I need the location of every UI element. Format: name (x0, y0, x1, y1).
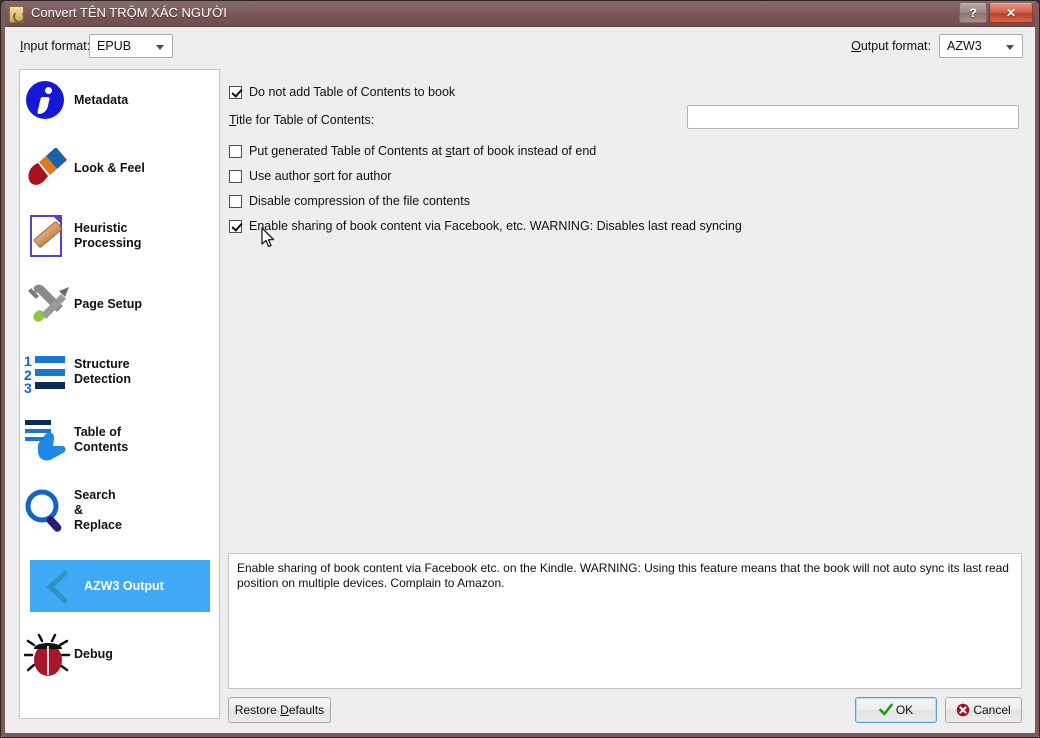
output-format-select[interactable]: AZW3 (939, 34, 1023, 58)
sidebar-item-label: Debug (74, 646, 113, 661)
option-row-enable-sharing[interactable]: Enable sharing of book content via Faceb… (229, 217, 742, 235)
input-format-select[interactable]: EPUB (89, 34, 173, 58)
option-label: Put generated Table of Contents at start… (249, 144, 597, 158)
magnifier-icon (20, 486, 74, 534)
option-label: Enable sharing of book content via Faceb… (249, 219, 742, 233)
chevron-down-icon (1006, 45, 1014, 50)
sidebar-item-heuristic-processing[interactable]: Heuristic Processing (20, 210, 219, 262)
ok-button[interactable]: OK (855, 697, 937, 723)
window-title: Convert TÊN TRỘM XÁC NGƯỜI (31, 5, 227, 20)
sidebar-item-label: Search & Replace (74, 487, 122, 532)
format-bar: Input format: EPUB Output format: AZW3 (1, 28, 1039, 66)
chevron-down-icon (156, 45, 164, 50)
restore-defaults-label: Restore Defaults (234, 703, 325, 717)
sidebar-item-label: Heuristic Processing (74, 221, 142, 250)
sidebar-item-label: Structure Detection (74, 357, 131, 386)
cancel-label: Cancel (973, 703, 1011, 717)
chevron-left-icon (30, 562, 84, 610)
ok-label: OK (895, 703, 914, 717)
help-button[interactable]: ? (959, 3, 987, 23)
checkbox-do-not-add-toc[interactable] (229, 85, 242, 99)
sidebar-item-label: Page Setup (74, 296, 143, 311)
sidebar-item-label: AZW3 Output (84, 578, 164, 593)
sidebar-item-azw3-output[interactable]: AZW3 Output (30, 560, 210, 612)
close-circle-icon (957, 703, 970, 717)
checkbox-toc-at-start[interactable] (229, 144, 242, 158)
option-label: Do not add Table of Contents to book (249, 85, 456, 99)
sidebar-item-label: Look & Feel (74, 160, 145, 175)
sidebar-item-search-replace[interactable]: Search & Replace (20, 480, 219, 540)
option-description-box: Enable sharing of book content via Faceb… (228, 553, 1022, 689)
checkbox-enable-sharing[interactable] (229, 219, 242, 233)
input-format-label: Input format: (20, 39, 91, 53)
output-format-value: AZW3 (947, 39, 982, 53)
option-label: Disable compression of the file contents (249, 194, 470, 208)
option-label: Use author sort for author (249, 169, 392, 183)
wrench-screwdriver-icon (20, 280, 74, 328)
checkbox-use-author-sort[interactable] (229, 169, 242, 183)
sidebar-item-table-of-contents[interactable]: Table of Contents (20, 414, 219, 466)
option-row-toc-at-start[interactable]: Put generated Table of Contents at start… (229, 142, 596, 160)
book-icon (9, 6, 25, 23)
options-panel: Do not add Table of Contents to book Tit… (229, 77, 1021, 547)
info-icon (20, 76, 74, 124)
title-bar[interactable]: Convert TÊN TRỘM XÁC NGƯỜI ? ✕ (1, 1, 1039, 27)
sidebar-item-debug[interactable]: Debug (20, 628, 219, 680)
sidebar-item-look-and-feel[interactable]: Look & Feel (20, 142, 219, 194)
paintbrush-icon (20, 144, 74, 192)
sidebar-item-page-setup[interactable]: Page Setup (20, 278, 219, 330)
convert-dialog-window: Convert TÊN TRỘM XÁC NGƯỜI ? ✕ Input for… (0, 0, 1040, 738)
ladybug-icon (20, 630, 74, 678)
check-icon (879, 703, 893, 716)
numbered-list-icon: 1 2 3 (20, 348, 74, 396)
input-format-value: EPUB (97, 39, 132, 53)
svg-text:3: 3 (24, 380, 32, 393)
sidebar-item-metadata[interactable]: Metadata (20, 74, 219, 126)
option-row-no-toc[interactable]: Do not add Table of Contents to book (229, 83, 455, 101)
output-format-label: Output format: (851, 39, 931, 53)
option-row-disable-compression[interactable]: Disable compression of the file contents (229, 192, 470, 210)
option-row-author-sort[interactable]: Use author sort for author (229, 167, 391, 185)
cancel-button[interactable]: Cancel (945, 697, 1022, 723)
conversion-section-sidebar[interactable]: Metadata Look & Feel Heuristic Processin… (19, 69, 220, 719)
toc-title-label: Title for Table of Contents: (229, 113, 375, 127)
sidebar-item-label: Table of Contents (74, 425, 129, 454)
toc-hand-icon (20, 416, 74, 464)
checkbox-disable-compression[interactable] (229, 194, 242, 208)
sidebar-item-label: Metadata (74, 92, 129, 107)
close-button[interactable]: ✕ (989, 3, 1033, 23)
toc-title-input[interactable] (687, 105, 1019, 129)
document-bandage-icon (20, 212, 74, 260)
restore-defaults-button[interactable]: Restore Defaults (228, 697, 331, 723)
sidebar-item-structure-detection[interactable]: 1 2 3 Structure Detection (20, 346, 219, 398)
